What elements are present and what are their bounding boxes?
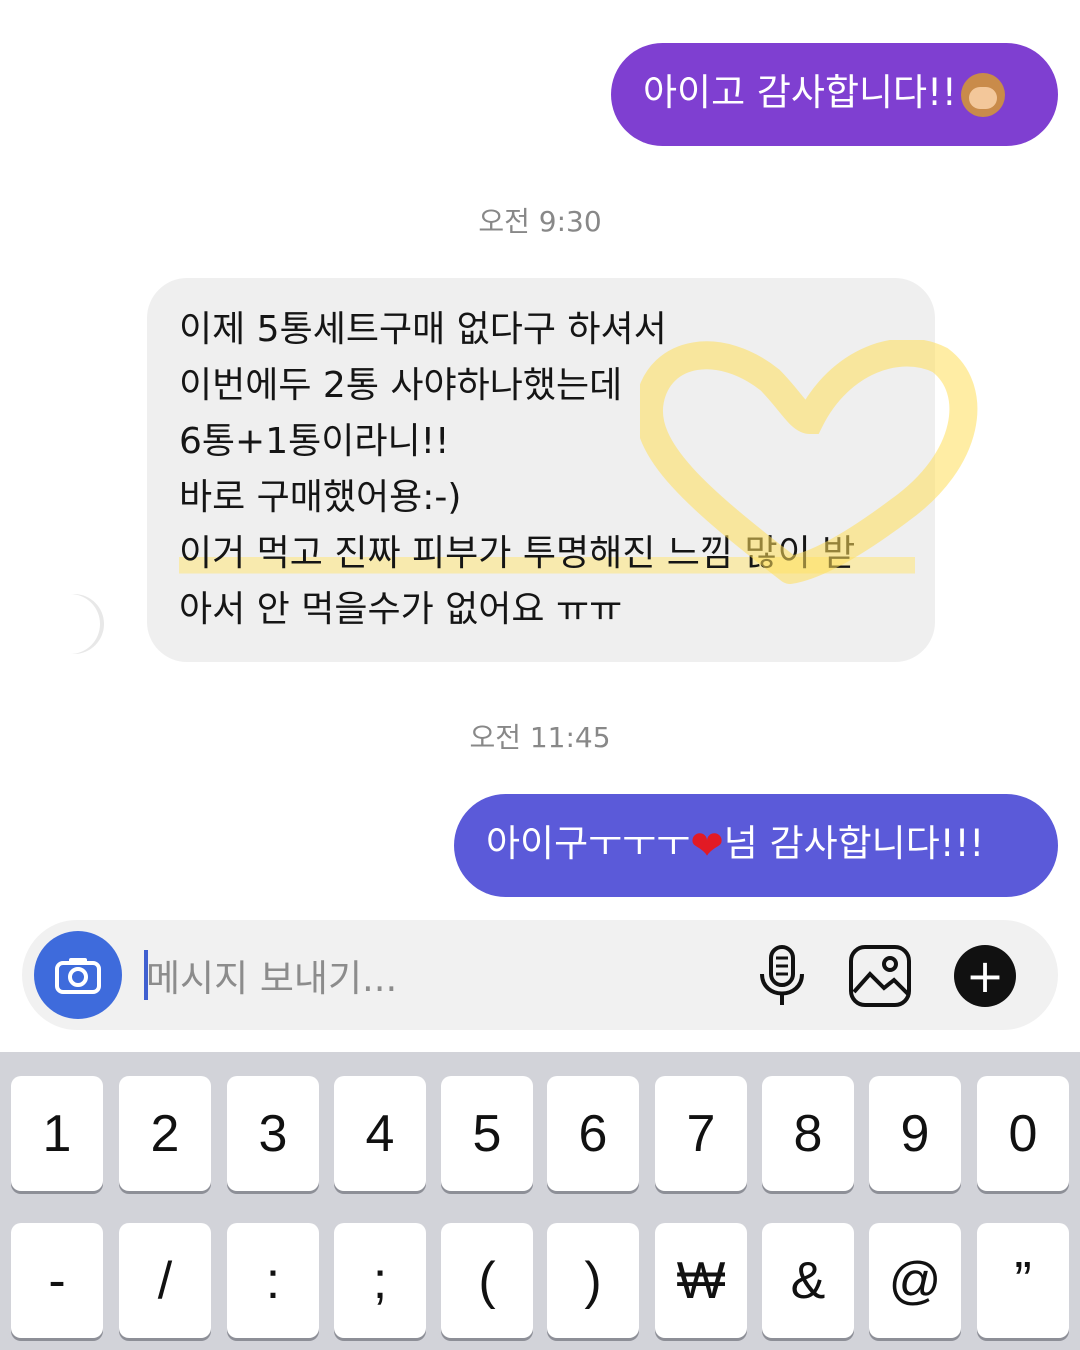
key-3[interactable]: 3 [227, 1076, 319, 1191]
outgoing-message-bubble[interactable]: 아이고 감사합니다!! [611, 43, 1058, 146]
key-ampersand[interactable]: & [762, 1223, 854, 1338]
sender-avatar[interactable] [44, 594, 104, 654]
key-won[interactable]: ₩ [655, 1223, 747, 1338]
key-5[interactable]: 5 [441, 1076, 533, 1191]
key-7[interactable]: 7 [655, 1076, 747, 1191]
see-no-evil-monkey-icon [960, 72, 1005, 117]
key-semicolon[interactable]: ; [334, 1223, 426, 1338]
timestamp: 오전 9:30 [478, 205, 602, 238]
numeric-keyboard: 1 2 3 4 5 6 7 8 9 0 - / : ; ( ) ₩ & @ ” [0, 1052, 1080, 1350]
heart-doodle-icon [640, 340, 978, 584]
message-text: 아이고 감사합니다!! [643, 71, 957, 114]
key-close-paren[interactable]: ) [547, 1223, 639, 1338]
camera-button[interactable] [34, 931, 122, 1019]
camera-icon [55, 958, 101, 994]
outgoing-message-bubble[interactable]: 아이구ㅜㅜㅜ❤넘 감사합니다!!! [454, 794, 1058, 897]
key-1[interactable]: 1 [11, 1076, 103, 1191]
key-0[interactable]: 0 [977, 1076, 1069, 1191]
key-quote[interactable]: ” [977, 1223, 1069, 1338]
message-text: 넘 감사합니다!!! [723, 822, 985, 865]
microphone-icon[interactable] [754, 944, 810, 1008]
key-9[interactable]: 9 [869, 1076, 961, 1191]
plus-icon: + [965, 949, 1005, 1003]
key-open-paren[interactable]: ( [441, 1223, 533, 1338]
key-4[interactable]: 4 [334, 1076, 426, 1191]
key-at[interactable]: @ [869, 1223, 961, 1338]
add-attachment-button[interactable]: + [954, 945, 1016, 1007]
chat-thread: 아이고 감사합니다!! 오전 9:30 이제 5통세트구매 없다구 하셔서 이번… [0, 0, 1080, 1050]
key-6[interactable]: 6 [547, 1076, 639, 1191]
key-hyphen[interactable]: - [11, 1223, 103, 1338]
message-text: 아이구ㅜㅜㅜ [486, 822, 691, 865]
timestamp: 오전 11:45 [469, 721, 611, 754]
key-slash[interactable]: / [119, 1223, 211, 1338]
message-composer: 메시지 보내기... + [22, 920, 1058, 1030]
red-heart-icon: ❤ [690, 822, 724, 869]
key-8[interactable]: 8 [762, 1076, 854, 1191]
key-colon[interactable]: : [227, 1223, 319, 1338]
message-input[interactable]: 메시지 보내기... [146, 948, 397, 1002]
key-2[interactable]: 2 [119, 1076, 211, 1191]
image-gallery-icon[interactable] [848, 944, 912, 1008]
